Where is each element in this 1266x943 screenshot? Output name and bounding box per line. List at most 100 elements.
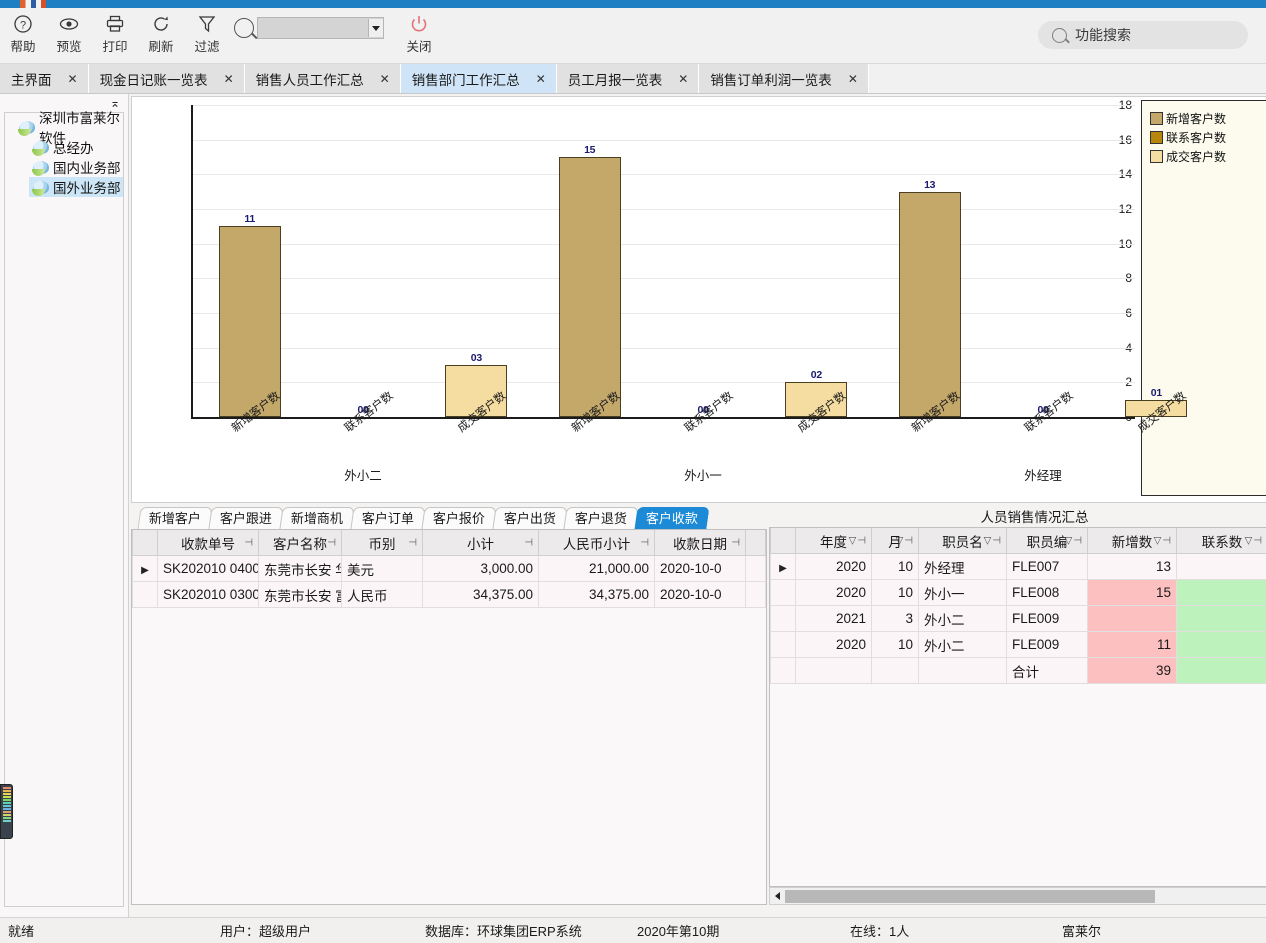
search-combo[interactable] bbox=[257, 17, 384, 39]
table-row[interactable]: ▶ SK202010 04005东莞市长安 华功五金美元3,000.0021,00… bbox=[132, 555, 766, 582]
chevron-down-icon[interactable] bbox=[368, 19, 383, 37]
table-cell: 2021 bbox=[795, 605, 872, 632]
summary-horizontal-scrollbar[interactable] bbox=[769, 887, 1266, 905]
tab-label: 销售部门工作汇总 bbox=[411, 72, 520, 88]
close-button[interactable]: 关闭 bbox=[396, 11, 442, 55]
document-tab-4[interactable]: 员工月报一览表 ✕ bbox=[556, 64, 700, 93]
column-filter-icon[interactable]: ⊣ bbox=[408, 537, 418, 548]
gadget-bar bbox=[3, 808, 11, 810]
function-search-box[interactable]: 功能搜索 bbox=[1038, 21, 1248, 49]
close-icon[interactable]: ✕ bbox=[380, 72, 390, 86]
column-header-4[interactable]: 人民币小计 ⊣ bbox=[538, 530, 655, 556]
column-header-5[interactable]: 联系数 ▽⊣ bbox=[1176, 528, 1266, 554]
document-tab-0[interactable]: 主界面 ✕ bbox=[0, 64, 89, 93]
column-header-4[interactable]: 新增数 ▽⊣ bbox=[1087, 528, 1177, 554]
gadget-bar bbox=[3, 802, 11, 804]
folder-globe-icon bbox=[32, 180, 49, 196]
table-row[interactable]: 合计 39 bbox=[770, 657, 1266, 684]
tree-node-label: 国外业务部 bbox=[53, 181, 121, 196]
gadget-bar bbox=[3, 793, 11, 795]
document-tab-2[interactable]: 销售人员工作汇总 ✕ bbox=[244, 64, 401, 93]
table-cell: FLE008 bbox=[1006, 579, 1088, 606]
detail-tab-2[interactable]: 新增商机 bbox=[279, 507, 355, 529]
help-button[interactable]: ? 帮助 bbox=[0, 11, 46, 55]
detail-tab-7[interactable]: 客户收款 bbox=[634, 507, 710, 529]
column-header-1[interactable]: 客户名称 ⊣ bbox=[258, 530, 342, 556]
close-icon[interactable]: ✕ bbox=[536, 72, 546, 86]
print-label: 打印 bbox=[102, 40, 128, 54]
close-icon[interactable]: ✕ bbox=[224, 72, 234, 86]
table-cell bbox=[918, 657, 1007, 684]
table-row[interactable]: 2021 3 外小二 FLE009 bbox=[770, 605, 1266, 632]
pin-icon[interactable]: ⌅ bbox=[110, 96, 120, 110]
tree-node-0[interactable]: 深圳市富莱尔软件 bbox=[5, 111, 123, 146]
gadget-bar bbox=[3, 820, 11, 822]
filter-funnel-icon bbox=[197, 13, 217, 35]
table-row[interactable]: 2020 10 外小一 FLE008 15 bbox=[770, 579, 1266, 606]
status-ready: 就绪 bbox=[8, 924, 35, 939]
detail-tab-strip: 新增客户 客户跟进 新增商机 客户订单 客户报价 客户出货 客户退货 客户收款 bbox=[131, 505, 767, 529]
refresh-button[interactable]: 刷新 bbox=[138, 11, 184, 55]
right-content: 02468101214161811新增客户数00联系客户数03成交客户数外小二1… bbox=[129, 94, 1266, 925]
column-header-label: 客户名称 bbox=[273, 536, 327, 552]
table-cell: SK202010 03004 bbox=[157, 581, 259, 608]
column-filter-icon[interactable]: ⊣ bbox=[640, 537, 650, 548]
column-filter-icon[interactable]: ⊣ bbox=[244, 537, 254, 548]
column-filter-icon[interactable]: ▽⊣ bbox=[849, 535, 867, 546]
column-filter-icon[interactable]: ⊣ bbox=[524, 537, 534, 548]
detail-tab-6[interactable]: 客户退货 bbox=[563, 507, 639, 529]
x-category-label: 联系客户数 bbox=[682, 389, 736, 435]
row-selection-marker-icon: ▶ bbox=[779, 563, 787, 574]
close-icon[interactable]: ✕ bbox=[848, 72, 858, 86]
column-filter-icon[interactable]: ⊣ bbox=[327, 537, 337, 548]
column-header-2[interactable]: 职员名 ▽⊣ bbox=[918, 528, 1007, 554]
table-cell-filler bbox=[745, 581, 766, 608]
document-tab-1[interactable]: 现金日记账一览表 ✕ bbox=[88, 64, 245, 93]
scrollbar-thumb[interactable] bbox=[785, 889, 1155, 903]
column-filter-icon[interactable]: ▽⊣ bbox=[1065, 535, 1083, 546]
column-header-3[interactable]: 小计 ⊣ bbox=[422, 530, 539, 556]
detail-tab-3[interactable]: 客户订单 bbox=[350, 507, 426, 529]
detail-tab-4[interactable]: 客户报价 bbox=[421, 507, 497, 529]
table-row[interactable]: ▶ 2020 10 外经理 FLE007 13 bbox=[770, 553, 1266, 580]
detail-tab-1[interactable]: 客户跟进 bbox=[208, 507, 284, 529]
bar-chart: 02468101214161811新增客户数00联系客户数03成交客户数外小二1… bbox=[132, 97, 1189, 502]
close-icon[interactable]: ✕ bbox=[678, 72, 688, 86]
function-search-placeholder: 功能搜索 bbox=[1075, 27, 1131, 43]
summary-table: 年度▽⊣月▽⊣职员名▽⊣职员编▽⊣新增数▽⊣联系数▽⊣成▽⊣▶202010外经理… bbox=[770, 528, 1266, 684]
department-tree: 深圳市富莱尔软件 总经办 国内业务部 国外业务部 bbox=[4, 111, 124, 907]
column-header-3[interactable]: 职员编 ▽⊣ bbox=[1006, 528, 1088, 554]
column-header-0[interactable]: 年度 ▽⊣ bbox=[795, 528, 872, 554]
column-header-5[interactable]: 收款日期 ⊣ bbox=[654, 530, 746, 556]
column-header-2[interactable]: 币别 ⊣ bbox=[341, 530, 423, 556]
column-header-label: 人民币小计 bbox=[562, 536, 631, 552]
column-filter-icon[interactable]: ⊣ bbox=[731, 537, 741, 548]
tree-node-3[interactable]: 国外业务部 bbox=[29, 177, 123, 197]
preview-button[interactable]: 预览 bbox=[46, 11, 92, 55]
scroll-left-icon[interactable] bbox=[770, 889, 784, 903]
column-filter-icon[interactable]: ▽⊣ bbox=[896, 535, 914, 546]
table-cell: 外小一 bbox=[918, 579, 1007, 606]
close-icon[interactable]: ✕ bbox=[68, 72, 78, 86]
table-row[interactable]: 2020 10 外小二 FLE009 11 bbox=[770, 631, 1266, 658]
print-button[interactable]: 打印 bbox=[92, 11, 138, 55]
x-group-label: 外经理 bbox=[1024, 469, 1062, 483]
table-cell: 合计 bbox=[1006, 657, 1088, 684]
tree-node-2[interactable]: 国内业务部 bbox=[5, 157, 123, 177]
row-header-corner bbox=[770, 528, 796, 554]
document-tab-3[interactable]: 销售部门工作汇总 ✕ bbox=[400, 64, 557, 93]
filter-button[interactable]: 过滤 bbox=[184, 11, 230, 55]
side-gadget-icon bbox=[0, 784, 13, 839]
column-filter-icon[interactable]: ▽⊣ bbox=[1154, 535, 1172, 546]
table-row[interactable]: SK202010 03004东莞市长安 富基伟电人民币34,375.0034,3… bbox=[132, 581, 766, 608]
column-filter-icon[interactable]: ▽⊣ bbox=[1245, 535, 1263, 546]
column-filter-icon[interactable]: ▽⊣ bbox=[984, 535, 1002, 546]
column-header-0[interactable]: 收款单号 ⊣ bbox=[157, 530, 259, 556]
lower-split: 新增客户 客户跟进 新增商机 客户订单 客户报价 客户出货 客户退货 客户收款 收款单号 ⊣ 客户… bbox=[131, 505, 1266, 905]
column-header-1[interactable]: 月 ▽⊣ bbox=[871, 528, 919, 554]
document-tab-5[interactable]: 销售订单利润一览表 ✕ bbox=[699, 64, 869, 93]
preview-label: 预览 bbox=[56, 40, 82, 54]
detail-tab-0[interactable]: 新增客户 bbox=[137, 507, 213, 529]
x-group-label: 外小二 bbox=[344, 469, 382, 483]
detail-tab-5[interactable]: 客户出货 bbox=[492, 507, 568, 529]
